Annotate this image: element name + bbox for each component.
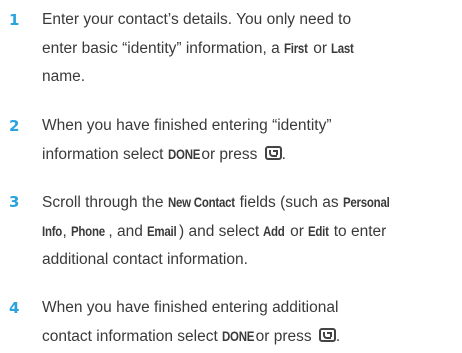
step-number: 3 xyxy=(9,193,20,211)
step-number: 1 xyxy=(9,11,20,29)
phone-label: Phone xyxy=(71,223,105,239)
text-run: . xyxy=(335,328,341,345)
step-text: Enter your contact’s details. You only n… xyxy=(42,6,457,91)
text-run: Enter your contact’s details. You only n… xyxy=(42,11,352,28)
step-line: enter basic “identity” information, a Fi… xyxy=(42,34,457,63)
step-line: name. xyxy=(42,63,457,91)
step-line: When you have finished entering addition… xyxy=(42,294,457,322)
last-label: Last xyxy=(331,40,354,56)
text-run: . xyxy=(281,146,286,163)
text-run: name. xyxy=(42,68,86,85)
text-run: or press xyxy=(197,146,262,163)
step-number: 4 xyxy=(9,299,20,317)
text-run: or xyxy=(285,223,309,240)
text-run: Scroll through the xyxy=(42,194,168,211)
step-number: 2 xyxy=(9,117,20,135)
text-run: information select xyxy=(42,146,168,163)
step-line: additional contact information. xyxy=(42,246,457,274)
new-contact-label: New Contact xyxy=(167,194,235,210)
done-label: DONE xyxy=(167,146,200,162)
text-run: contact information select xyxy=(42,328,223,345)
edit-label: Edit xyxy=(308,223,329,239)
first-label: First xyxy=(284,40,308,56)
text-run: When you have finished entering addition… xyxy=(42,299,339,316)
text-run: additional contact information. xyxy=(42,251,248,268)
step-line: information select DONE or press . xyxy=(42,140,457,169)
soft-key-icon xyxy=(318,328,336,342)
step-text: When you have finished entering addition… xyxy=(42,294,457,351)
text-run: to enter xyxy=(329,223,387,240)
step-line: Info, Phone, and Email) and select Add o… xyxy=(42,217,457,246)
text-run: or xyxy=(308,40,332,57)
step-text: When you have finished entering “identit… xyxy=(42,112,457,169)
soft-key-icon xyxy=(264,146,282,160)
text-run: , xyxy=(62,223,72,240)
text-run: enter basic “identity” information, a xyxy=(42,40,285,57)
text-run: When you have finished entering “identit… xyxy=(42,117,332,134)
done-label: DONE xyxy=(222,328,255,344)
info-label: Info xyxy=(42,223,63,239)
step-line: Scroll through the New Contact fields (s… xyxy=(42,188,457,217)
text-run: or press xyxy=(251,328,316,345)
text-run: , and xyxy=(108,223,148,240)
add-label: Add xyxy=(263,223,286,239)
step-line: Enter your contact’s details. You only n… xyxy=(42,6,457,34)
step-line: When you have finished entering “identit… xyxy=(42,112,457,140)
text-run: ) and select xyxy=(179,223,264,240)
step-line: contact information select DONE or press… xyxy=(42,322,457,351)
text-run: fields (such as xyxy=(235,194,343,211)
step-text: Scroll through the New Contact fields (s… xyxy=(42,188,457,274)
personal-label: Personal xyxy=(342,194,390,210)
instruction-page: 1 Enter your contact’s details. You only… xyxy=(0,0,462,353)
email-label: Email xyxy=(147,223,177,239)
